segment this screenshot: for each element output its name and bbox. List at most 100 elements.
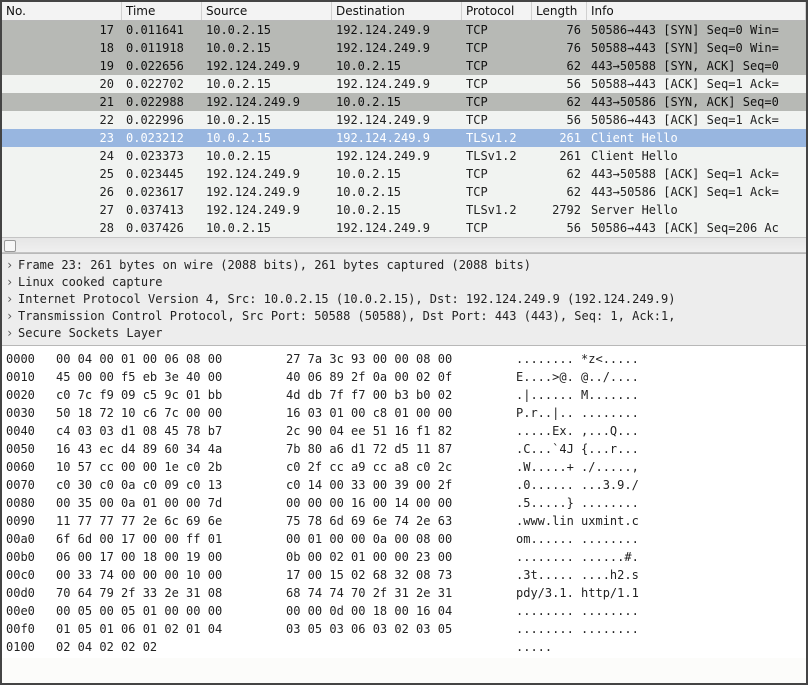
hex-row[interactable]: 005016 43 ec d4 89 60 34 4a7b 80 a6 d1 7… [6,440,802,458]
hex-a: 45 00 00 f5 eb 3e 40 00 [56,368,286,386]
packet-cell-destination: 10.0.2.15 [332,201,462,219]
expand-chevron-icon[interactable]: › [6,291,16,308]
col-header-destination[interactable]: Destination [332,2,462,20]
hex-row[interactable]: 010002 04 02 02 02..... [6,638,802,656]
hex-row[interactable]: 006010 57 cc 00 00 1e c0 2bc0 2f cc a9 c… [6,458,802,476]
packet-cell-protocol: TLSv1.2 [462,147,532,165]
hex-a: 06 00 17 00 18 00 19 00 [56,548,286,566]
packet-row[interactable]: 280.03742610.0.2.15192.124.249.9TCP56505… [2,219,806,237]
hex-a: 00 04 00 01 00 06 08 00 [56,350,286,368]
hex-b: 0b 00 02 01 00 00 23 00 [286,548,516,566]
packet-row[interactable]: 190.022656192.124.249.910.0.2.15TCP62443… [2,57,806,75]
hex-t: .C...`4J {...r... [516,440,802,458]
detail-row[interactable]: ›Transmission Control Protocol, Src Port… [6,308,802,325]
packet-cell-time: 0.023445 [122,165,202,183]
hex-t: ........ ........ [516,602,802,620]
detail-row[interactable]: ›Frame 23: 261 bytes on wire (2088 bits)… [6,257,802,274]
packet-row[interactable]: 230.02321210.0.2.15192.124.249.9TLSv1.22… [2,129,806,147]
packet-cell-source: 10.0.2.15 [202,21,332,39]
hex-t: om...... ........ [516,530,802,548]
hex-row[interactable]: 00f001 05 01 06 01 02 01 0403 05 03 06 0… [6,620,802,638]
hex-t: pdy/3.1. http/1.1 [516,584,802,602]
packet-cell-destination: 10.0.2.15 [332,183,462,201]
packet-cell-length: 62 [532,57,587,75]
packet-cell-length: 261 [532,129,587,147]
packet-cell-protocol: TCP [462,165,532,183]
hex-row[interactable]: 00e000 05 00 05 01 00 00 0000 00 0d 00 1… [6,602,802,620]
hex-row[interactable]: 00b006 00 17 00 18 00 19 000b 00 02 01 0… [6,548,802,566]
hex-off: 00e0 [6,602,56,620]
horizontal-scrollbar[interactable] [2,237,806,253]
detail-row[interactable]: ›Internet Protocol Version 4, Src: 10.0.… [6,291,802,308]
packet-cell-info: 443→50588 [ACK] Seq=1 Ack= [587,165,806,183]
packet-list-pane[interactable]: No. Time Source Destination Protocol Len… [2,2,806,253]
packet-cell-destination: 192.124.249.9 [332,21,462,39]
packet-cell-source: 10.0.2.15 [202,129,332,147]
detail-row[interactable]: ›Linux cooked capture [6,274,802,291]
hex-b [286,638,516,656]
hex-off: 00b0 [6,548,56,566]
packet-cell-no: 17 [2,21,122,39]
col-header-protocol[interactable]: Protocol [462,2,532,20]
col-header-source[interactable]: Source [202,2,332,20]
hex-a: 6f 6d 00 17 00 00 ff 01 [56,530,286,548]
packet-cell-source: 192.124.249.9 [202,93,332,111]
packet-row[interactable]: 200.02270210.0.2.15192.124.249.9TCP56505… [2,75,806,93]
packet-row[interactable]: 260.023617192.124.249.910.0.2.15TCP62443… [2,183,806,201]
detail-row[interactable]: ›Secure Sockets Layer [6,325,802,342]
packet-cell-protocol: TCP [462,21,532,39]
hex-row[interactable]: 0020c0 7c f9 09 c5 9c 01 bb4d db 7f f7 0… [6,386,802,404]
packet-row[interactable]: 210.022988192.124.249.910.0.2.15TCP62443… [2,93,806,111]
hex-a: c0 30 c0 0a c0 09 c0 13 [56,476,286,494]
expand-chevron-icon[interactable]: › [6,308,16,325]
hex-b: 75 78 6d 69 6e 74 2e 63 [286,512,516,530]
expand-chevron-icon[interactable]: › [6,325,16,342]
packet-row[interactable]: 180.01191810.0.2.15192.124.249.9TCP76505… [2,39,806,57]
hex-row[interactable]: 001045 00 00 f5 eb 3e 40 0040 06 89 2f 0… [6,368,802,386]
packet-row[interactable]: 270.037413192.124.249.910.0.2.15TLSv1.22… [2,201,806,219]
hex-row[interactable]: 000000 04 00 01 00 06 08 0027 7a 3c 93 0… [6,350,802,368]
packet-cell-time: 0.022988 [122,93,202,111]
hex-row[interactable]: 003050 18 72 10 c6 7c 00 0016 03 01 00 c… [6,404,802,422]
hex-a: 50 18 72 10 c6 7c 00 00 [56,404,286,422]
expand-chevron-icon[interactable]: › [6,257,16,274]
packet-cell-protocol: TCP [462,219,532,237]
scroll-left-icon[interactable] [4,240,16,252]
packet-cell-time: 0.023373 [122,147,202,165]
packet-cell-time: 0.022996 [122,111,202,129]
packet-list-body[interactable]: 170.01164110.0.2.15192.124.249.9TCP76505… [2,21,806,237]
hex-b: 27 7a 3c 93 00 00 08 00 [286,350,516,368]
packet-row[interactable]: 240.02337310.0.2.15192.124.249.9TLSv1.22… [2,147,806,165]
hex-row[interactable]: 00c000 33 74 00 00 00 10 0017 00 15 02 6… [6,566,802,584]
hex-row[interactable]: 0070c0 30 c0 0a c0 09 c0 13c0 14 00 33 0… [6,476,802,494]
detail-text: Frame 23: 261 bytes on wire (2088 bits),… [18,257,531,274]
hex-row[interactable]: 009011 77 77 77 2e 6c 69 6e75 78 6d 69 6… [6,512,802,530]
hex-row[interactable]: 00d070 64 79 2f 33 2e 31 0868 74 74 70 2… [6,584,802,602]
hex-t: ........ *z<..... [516,350,802,368]
hex-row[interactable]: 0040c4 03 03 d1 08 45 78 b72c 90 04 ee 5… [6,422,802,440]
packet-details-pane[interactable]: ›Frame 23: 261 bytes on wire (2088 bits)… [2,253,806,346]
hex-t: .www.lin uxmint.c [516,512,802,530]
col-header-info[interactable]: Info [587,2,806,20]
packet-bytes-pane[interactable]: 000000 04 00 01 00 06 08 0027 7a 3c 93 0… [2,346,806,658]
packet-cell-protocol: TCP [462,39,532,57]
hex-row[interactable]: 008000 35 00 0a 01 00 00 7d00 00 00 16 0… [6,494,802,512]
packet-cell-destination: 192.124.249.9 [332,219,462,237]
packet-row[interactable]: 220.02299610.0.2.15192.124.249.9TCP56505… [2,111,806,129]
hex-a: 00 05 00 05 01 00 00 00 [56,602,286,620]
hex-t: P.r..|.. ........ [516,404,802,422]
hex-off: 00a0 [6,530,56,548]
hex-row[interactable]: 00a06f 6d 00 17 00 00 ff 0100 01 00 00 0… [6,530,802,548]
col-header-time[interactable]: Time [122,2,202,20]
hex-a: 00 35 00 0a 01 00 00 7d [56,494,286,512]
packet-cell-time: 0.037413 [122,201,202,219]
packet-cell-no: 28 [2,219,122,237]
packet-row[interactable]: 170.01164110.0.2.15192.124.249.9TCP76505… [2,21,806,39]
col-header-length[interactable]: Length [532,2,587,20]
hex-off: 0070 [6,476,56,494]
expand-chevron-icon[interactable]: › [6,274,16,291]
packet-row[interactable]: 250.023445192.124.249.910.0.2.15TCP62443… [2,165,806,183]
col-header-no[interactable]: No. [2,2,122,20]
packet-cell-info: Client Hello [587,129,806,147]
packet-cell-source: 10.0.2.15 [202,39,332,57]
